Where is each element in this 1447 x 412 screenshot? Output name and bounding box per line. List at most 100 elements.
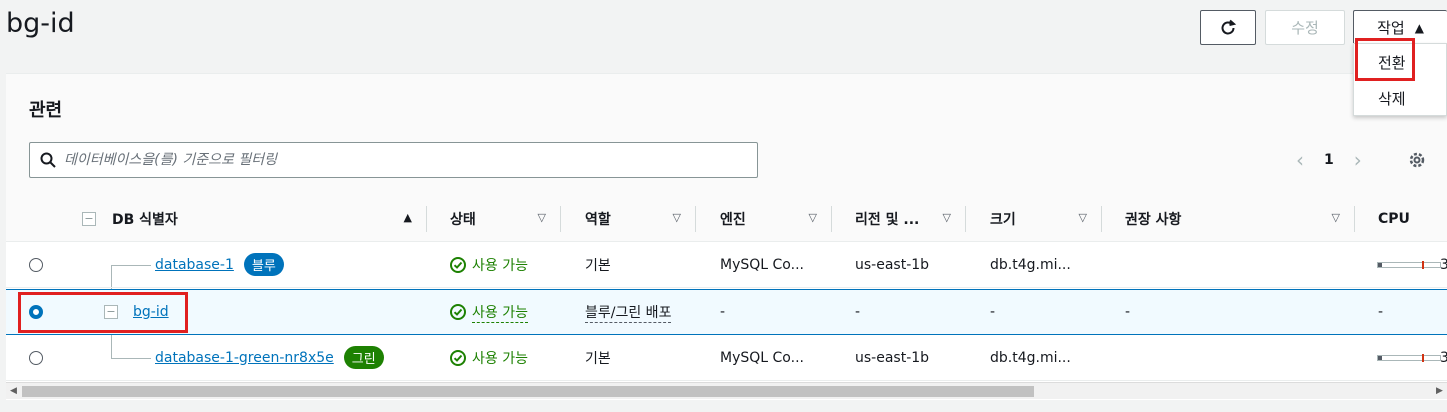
col-region-label: 리전 및 ...	[855, 212, 920, 228]
refresh-icon	[1221, 19, 1237, 34]
col-db-identifier[interactable]: DB 식별자 ▲	[112, 196, 426, 242]
col-role-label: 역할	[585, 212, 611, 228]
status-badge: 블루	[243, 253, 284, 276]
status-cell: 사용 가능	[450, 242, 528, 287]
col-status[interactable]: 상태 ▽	[450, 196, 560, 242]
engine-cell: MySQL Co...	[720, 256, 804, 273]
page-title: bg-id	[6, 8, 75, 39]
role-text[interactable]: 블루/그린 배포	[585, 302, 672, 323]
col-divider[interactable]	[1354, 206, 1355, 232]
panel-title: 관련	[29, 100, 63, 121]
filter-search[interactable]	[29, 142, 758, 178]
horizontal-scrollbar[interactable]: ◀ ▶	[6, 382, 1447, 399]
status-text: 사용 가능	[472, 350, 528, 367]
check-circle-icon	[450, 349, 466, 366]
edit-button[interactable]: 수정	[1265, 10, 1345, 45]
gear-icon[interactable]	[1407, 150, 1427, 170]
refresh-button[interactable]	[1200, 10, 1256, 45]
check-circle-icon	[450, 256, 466, 273]
scrollbar-thumb[interactable]	[22, 386, 1034, 397]
status-cell: 사용 가능	[450, 290, 528, 334]
size-cell: db.t4g.mi...	[990, 349, 1071, 366]
col-recommendations[interactable]: 권장 사항 ▽	[1125, 196, 1354, 242]
recommendation-cell: -	[1125, 304, 1131, 320]
prev-page-icon[interactable]: ‹	[1296, 148, 1304, 172]
db-identifier-cell: database-1 블루	[155, 242, 284, 287]
col-divider[interactable]	[560, 206, 561, 232]
col-status-label: 상태	[450, 212, 476, 228]
table-header: − DB 식별자 ▲ 상태 ▽ 역할 ▽ 엔진 ▽ 리전 및 ... ▽ 크기 …	[6, 196, 1447, 242]
menu-item-switchover[interactable]: 전환	[1354, 46, 1446, 78]
db-link[interactable]: database-1-green-nr8x5e	[155, 350, 334, 366]
region-cell: us-east-1b	[855, 256, 930, 273]
role-cell: 기본	[585, 350, 611, 367]
table-row-selected[interactable]: − bg-id 사용 가능 블루/그린 배포 - - - - -	[6, 289, 1447, 335]
role-cell: 기본	[585, 257, 611, 274]
scroll-left-icon[interactable]: ◀	[10, 386, 17, 396]
region-cell: us-east-1b	[855, 349, 930, 366]
sort-icon: ▽	[942, 211, 951, 224]
cpu-value: 3	[1440, 349, 1447, 366]
row-radio[interactable]	[29, 258, 43, 272]
next-page-icon[interactable]: ›	[1354, 148, 1362, 172]
sort-icon: ▽	[808, 211, 817, 224]
panel-header: 관련 ‹ 1 ›	[6, 74, 1447, 196]
related-panel: 관련 ‹ 1 › − DB 식별자 ▲ 상태 ▽	[6, 73, 1447, 400]
col-cpu[interactable]: CPU	[1378, 196, 1447, 242]
sort-icon: ▽	[537, 211, 546, 224]
status-text: 사용 가능	[472, 257, 528, 274]
expand-all-icon[interactable]: −	[82, 212, 96, 226]
sort-icon: ▽	[1331, 211, 1340, 224]
col-recommendations-label: 권장 사항	[1125, 212, 1182, 228]
engine-cell: MySQL Co...	[720, 349, 804, 366]
db-identifier-cell: database-1-green-nr8x5e 그린	[155, 335, 384, 380]
actions-label: 작업	[1377, 19, 1405, 37]
col-size-label: 크기	[990, 212, 1016, 228]
col-size[interactable]: 크기 ▽	[990, 196, 1101, 242]
db-link[interactable]: database-1	[155, 257, 234, 273]
status-text[interactable]: 사용 가능	[472, 302, 528, 323]
role-cell: 블루/그린 배포	[585, 290, 672, 334]
sort-asc-icon: ▲	[403, 211, 412, 224]
cpu-value: -	[1378, 304, 1384, 320]
page-number[interactable]: 1	[1324, 152, 1334, 168]
size-cell: -	[990, 304, 996, 320]
pagination: ‹ 1 ›	[1296, 148, 1362, 172]
col-engine[interactable]: 엔진 ▽	[720, 196, 831, 242]
cpu-bar	[1377, 261, 1441, 269]
check-circle-icon	[450, 304, 466, 320]
sort-icon: ▽	[1078, 211, 1087, 224]
table-row[interactable]: database-1 블루 사용 가능 기본 MySQL Co... us-ea…	[6, 242, 1447, 288]
collapse-icon[interactable]: −	[104, 305, 118, 319]
table-row[interactable]: database-1-green-nr8x5e 그린 사용 가능 기본 MySQ…	[6, 335, 1447, 381]
sort-icon: ▽	[672, 211, 681, 224]
col-divider[interactable]	[1101, 206, 1102, 232]
menu-item-delete[interactable]: 삭제	[1354, 82, 1446, 114]
engine-cell: -	[720, 304, 726, 320]
col-region[interactable]: 리전 및 ... ▽	[855, 196, 965, 242]
caret-up-icon: ▲	[1414, 20, 1424, 35]
col-divider[interactable]	[831, 206, 832, 232]
cpu-value: 3	[1440, 256, 1447, 273]
status-badge: 그린	[343, 346, 384, 369]
col-db-identifier-label: DB 식별자	[112, 212, 178, 228]
cpu-bar	[1377, 354, 1441, 362]
status-cell: 사용 가능	[450, 335, 528, 380]
db-identifier-cell: bg-id	[133, 290, 169, 334]
search-input[interactable]	[64, 145, 744, 175]
actions-menu: 전환 삭제	[1353, 43, 1447, 116]
col-cpu-label: CPU	[1378, 211, 1410, 227]
db-link[interactable]: bg-id	[133, 304, 169, 320]
region-cell: -	[855, 304, 861, 320]
actions-button[interactable]: 작업 ▲	[1353, 10, 1447, 45]
search-icon	[40, 152, 56, 168]
col-divider[interactable]	[426, 206, 427, 232]
row-radio[interactable]	[29, 351, 43, 365]
size-cell: db.t4g.mi...	[990, 256, 1071, 273]
col-divider[interactable]	[695, 206, 696, 232]
scroll-right-icon[interactable]: ▶	[1436, 386, 1443, 396]
col-engine-label: 엔진	[720, 212, 746, 228]
col-divider[interactable]	[965, 206, 966, 232]
col-role[interactable]: 역할 ▽	[585, 196, 695, 242]
row-radio-selected[interactable]	[29, 305, 43, 319]
